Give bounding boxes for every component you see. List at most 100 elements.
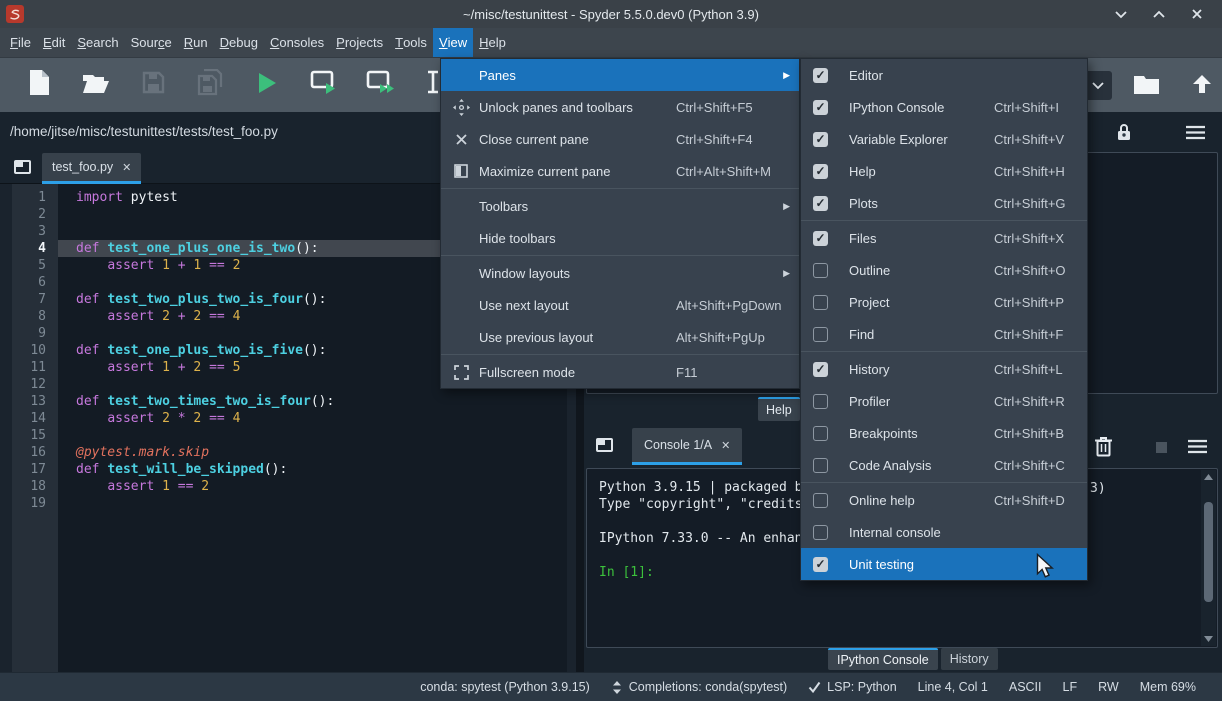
folder-icon xyxy=(1133,73,1160,100)
menubar-tools[interactable]: Tools xyxy=(389,28,433,57)
code-line-19[interactable]: 19 xyxy=(0,495,567,512)
console-scrollbar[interactable] xyxy=(1201,470,1216,646)
close-pane-icon xyxy=(451,133,471,146)
scroll-up-icon[interactable] xyxy=(1201,470,1216,484)
checkbox-help[interactable]: ✓ xyxy=(813,164,828,179)
maximize-button[interactable] xyxy=(1148,4,1170,24)
pane-options-menu-icon[interactable] xyxy=(1184,124,1206,140)
menu-item-toolbars[interactable]: Toolbars▶ xyxy=(441,190,799,222)
new-file-button[interactable] xyxy=(17,63,61,107)
menu-item-ipython-console[interactable]: ✓IPython ConsoleCtrl+Shift+I xyxy=(801,91,1087,123)
code-line-17[interactable]: 17def test_will_be_skipped(): xyxy=(0,461,567,478)
checkbox-files[interactable]: ✓ xyxy=(813,231,828,246)
checkbox-project[interactable] xyxy=(813,295,828,310)
menu-item-project[interactable]: ProjectCtrl+Shift+P xyxy=(801,286,1087,318)
browse-tabs-button[interactable] xyxy=(594,434,616,456)
menu-item-close-current-pane[interactable]: Close current paneCtrl+Shift+F4 xyxy=(441,123,799,155)
checkbox-internal-console[interactable] xyxy=(813,525,828,540)
menu-item-fullscreen-mode[interactable]: Fullscreen modeF11 xyxy=(441,356,799,388)
code-line-15[interactable]: 15 xyxy=(0,427,567,444)
menu-item-code-analysis[interactable]: Code AnalysisCtrl+Shift+C xyxy=(801,449,1087,481)
open-file-button[interactable] xyxy=(74,63,118,107)
browse-tabs-button[interactable] xyxy=(12,156,34,178)
checkbox-find[interactable] xyxy=(813,327,828,342)
checkbox-outline[interactable] xyxy=(813,263,828,278)
run-cell-button[interactable] xyxy=(302,63,346,107)
open-directory-button[interactable] xyxy=(1128,68,1164,104)
line-number: 17 xyxy=(0,461,58,478)
scroll-down-icon[interactable] xyxy=(1201,632,1216,646)
tab-console-1a[interactable]: Console 1/A ✕ xyxy=(632,428,742,465)
minimize-button[interactable] xyxy=(1110,4,1132,24)
menubar-help[interactable]: Help xyxy=(473,28,512,57)
menu-item-history[interactable]: ✓HistoryCtrl+Shift+L xyxy=(801,353,1087,385)
close-console-icon[interactable]: ✕ xyxy=(721,439,730,452)
menu-item-label: Online help xyxy=(849,493,915,508)
trash-icon[interactable] xyxy=(1092,434,1114,458)
save-all-button[interactable] xyxy=(188,63,232,107)
code-line-13[interactable]: 13def test_two_times_two_is_four(): xyxy=(0,393,567,410)
completions-status[interactable]: Completions: conda(spytest) xyxy=(611,680,787,695)
menu-item-online-help[interactable]: Online helpCtrl+Shift+D xyxy=(801,484,1087,516)
checkbox-editor[interactable]: ✓ xyxy=(813,68,828,83)
menubar-source[interactable]: Source xyxy=(125,28,178,57)
menu-item-shortcut: Ctrl+Shift+X xyxy=(994,231,1064,246)
menu-item-plots[interactable]: ✓PlotsCtrl+Shift+G xyxy=(801,187,1087,219)
code-line-16[interactable]: 16@pytest.mark.skip xyxy=(0,444,567,461)
menu-item-editor[interactable]: ✓Editor xyxy=(801,59,1087,91)
scrollbar-thumb[interactable] xyxy=(1204,502,1213,602)
menubar-file[interactable]: File xyxy=(4,28,37,57)
parent-directory-button[interactable] xyxy=(1184,68,1220,104)
tab-ipython-console[interactable]: IPython Console xyxy=(828,648,938,670)
checkbox-code-analysis[interactable] xyxy=(813,458,828,473)
interpreter-status[interactable]: conda: spytest (Python 3.9.15) xyxy=(420,680,590,694)
menu-item-use-previous-layout[interactable]: Use previous layoutAlt+Shift+PgUp xyxy=(441,321,799,353)
checkbox-history[interactable]: ✓ xyxy=(813,362,828,377)
menu-item-outline[interactable]: OutlineCtrl+Shift+O xyxy=(801,254,1087,286)
run-cell-advance-button[interactable] xyxy=(359,63,403,107)
menu-item-maximize-current-pane[interactable]: Maximize current paneCtrl+Alt+Shift+M xyxy=(441,155,799,187)
menu-item-unlock-panes-and-toolbars[interactable]: Unlock panes and toolbarsCtrl+Shift+F5 xyxy=(441,91,799,123)
menu-item-find[interactable]: FindCtrl+Shift+F xyxy=(801,318,1087,350)
checkbox-variable-explorer[interactable]: ✓ xyxy=(813,132,828,147)
close-tab-icon[interactable]: ✕ xyxy=(122,161,131,174)
tab-help[interactable]: Help xyxy=(758,397,800,421)
console-bottom-tabs: IPython ConsoleHistory xyxy=(828,648,998,672)
menu-item-hide-toolbars[interactable]: Hide toolbars xyxy=(441,222,799,254)
menubar-consoles[interactable]: Consoles xyxy=(264,28,330,57)
checkbox-profiler[interactable] xyxy=(813,394,828,409)
cursor-position-status-label: Line 4, Col 1 xyxy=(918,680,988,694)
tab-history[interactable]: History xyxy=(941,648,998,670)
save-button[interactable] xyxy=(131,63,175,107)
code-line-18[interactable]: 18 assert 1 == 2 xyxy=(0,478,567,495)
menubar-search[interactable]: Search xyxy=(71,28,124,57)
run-button[interactable] xyxy=(245,63,289,107)
menu-item-use-next-layout[interactable]: Use next layoutAlt+Shift+PgDown xyxy=(441,289,799,321)
checkbox-breakpoints[interactable] xyxy=(813,426,828,441)
lock-icon[interactable] xyxy=(1114,122,1134,142)
menu-item-variable-explorer[interactable]: ✓Variable ExplorerCtrl+Shift+V xyxy=(801,123,1087,155)
menu-item-help[interactable]: ✓HelpCtrl+Shift+H xyxy=(801,155,1087,187)
tab-test-foo-py[interactable]: test_foo.py ✕ xyxy=(42,153,141,184)
menubar-debug[interactable]: Debug xyxy=(214,28,264,57)
code-line-14[interactable]: 14 assert 2 * 2 == 4 xyxy=(0,410,567,427)
menu-item-panes[interactable]: Panes▶ xyxy=(441,59,799,91)
console-options-menu-icon[interactable] xyxy=(1186,438,1208,454)
menu-item-internal-console[interactable]: Internal console xyxy=(801,516,1087,548)
checkbox-plots[interactable]: ✓ xyxy=(813,196,828,211)
menu-item-files[interactable]: ✓FilesCtrl+Shift+X xyxy=(801,222,1087,254)
tab-label: test_foo.py xyxy=(52,160,113,174)
checkbox-online-help[interactable] xyxy=(813,493,828,508)
menu-item-profiler[interactable]: ProfilerCtrl+Shift+R xyxy=(801,385,1087,417)
menubar-edit[interactable]: Edit xyxy=(37,28,71,57)
checkbox-ipython-console[interactable]: ✓ xyxy=(813,100,828,115)
menubar-projects[interactable]: Projects xyxy=(330,28,389,57)
menu-item-shortcut: Alt+Shift+PgUp xyxy=(676,330,765,345)
menu-item-window-layouts[interactable]: Window layouts▶ xyxy=(441,257,799,289)
menu-item-breakpoints[interactable]: BreakpointsCtrl+Shift+B xyxy=(801,417,1087,449)
checkbox-unit-testing[interactable]: ✓ xyxy=(813,557,828,572)
menubar-run[interactable]: Run xyxy=(178,28,214,57)
close-button[interactable] xyxy=(1186,4,1208,24)
menubar-view[interactable]: View xyxy=(433,28,473,57)
lsp-status[interactable]: LSP: Python xyxy=(808,680,897,694)
